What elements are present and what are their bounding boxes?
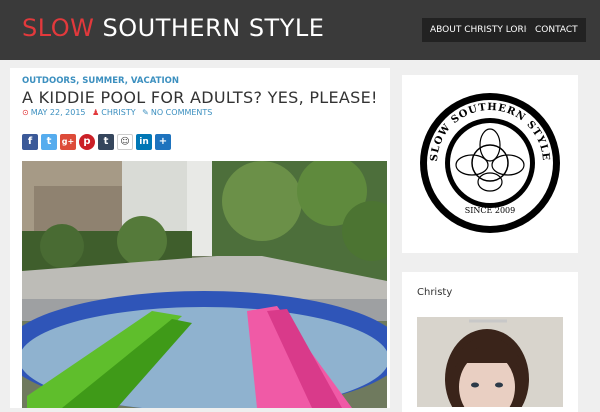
author-widget: Christy (402, 272, 578, 412)
linkedin-icon[interactable]: in (136, 134, 152, 150)
nav-contact[interactable]: CONTACT (527, 18, 586, 42)
reddit-icon[interactable]: ☺ (117, 134, 133, 150)
site-badge[interactable]: SLOW SOUTHERN STYLE SINCE 2009 (417, 90, 563, 236)
post-card: OUTDOORS, SUMMER, VACATION A KIDDIE POOL… (10, 68, 390, 408)
facebook-icon[interactable]: f (22, 134, 38, 150)
logo-widget: SLOW SOUTHERN STYLE SINCE 2009 (402, 75, 578, 253)
twitter-icon[interactable]: t (41, 134, 57, 150)
site-header: SLOW SOUTHERN STYLE ABOUT CHRISTY LORIO … (0, 0, 600, 60)
badge-bottom-text: SINCE 2009 (465, 206, 516, 215)
post-date[interactable]: MAY 22, 2015 (31, 108, 86, 117)
clock-icon: ⊙ (22, 108, 29, 117)
badge-graphic: SLOW SOUTHERN STYLE SINCE 2009 (420, 93, 560, 233)
user-icon: ♟ (92, 108, 100, 117)
pinterest-icon[interactable]: p (79, 134, 95, 150)
site-logo[interactable]: SLOW SOUTHERN STYLE (22, 14, 324, 42)
post-featured-image[interactable] (22, 161, 387, 408)
google-plus-icon[interactable]: g+ (60, 134, 76, 150)
share-icon[interactable]: + (155, 134, 171, 150)
post-comments[interactable]: NO COMMENTS (151, 108, 213, 117)
post-meta: ⊙ MAY 22, 2015 ♟ CHRISTY ✎ NO COMMENTS (22, 108, 212, 117)
main-content: OUTDOORS, SUMMER, VACATION A KIDDIE POOL… (0, 60, 600, 412)
comments-icon: ✎ (142, 108, 149, 117)
share-bar: f t g+ p t ☺ in + (22, 134, 171, 150)
post-title[interactable]: A KIDDIE POOL FOR ADULTS? YES, PLEASE! (22, 88, 378, 107)
tumblr-icon[interactable]: t (98, 134, 114, 150)
author-widget-title: Christy (417, 287, 453, 298)
pool-photo (22, 161, 387, 408)
nav-about[interactable]: ABOUT CHRISTY LORIO (422, 18, 542, 42)
post-categories[interactable]: OUTDOORS, SUMMER, VACATION (22, 76, 179, 86)
avatar (417, 317, 563, 407)
author-photo (417, 317, 563, 407)
post-author[interactable]: CHRISTY (101, 108, 135, 117)
